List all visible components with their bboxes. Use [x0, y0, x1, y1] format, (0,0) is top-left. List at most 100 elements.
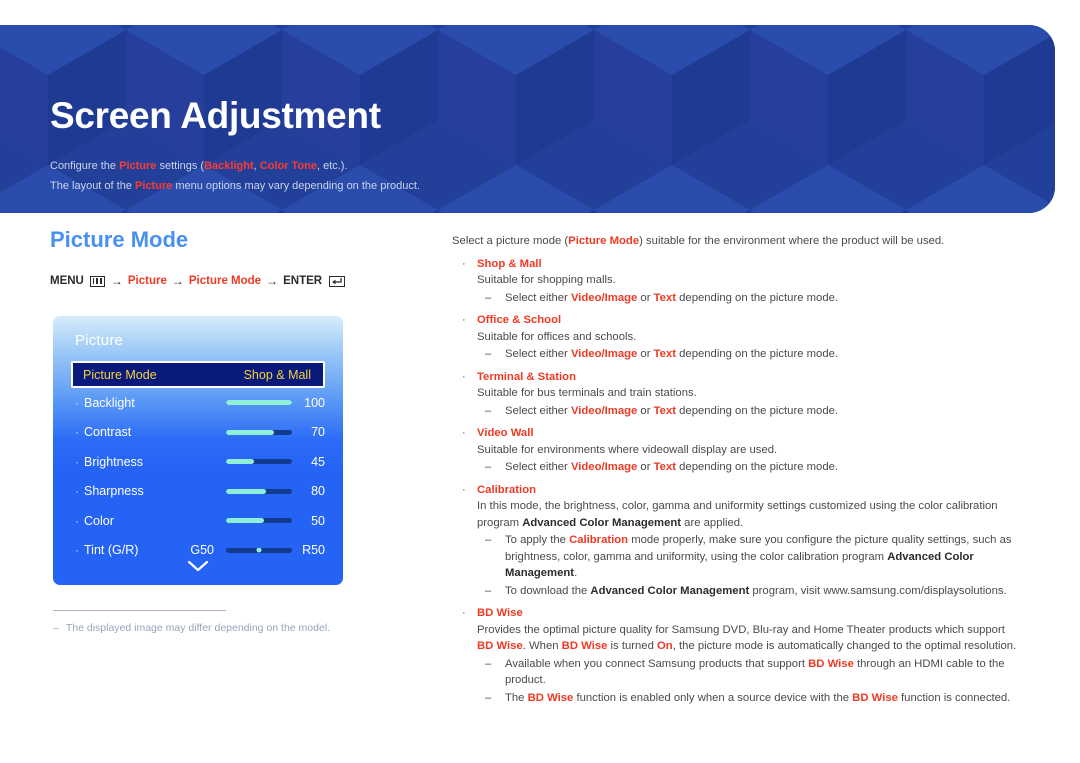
- osd-slider-contrast[interactable]: 70: [226, 425, 325, 439]
- banner-line2-pre: The layout of the: [50, 180, 135, 192]
- osd-value-contrast: 70: [311, 425, 325, 440]
- osd-row-picture-mode[interactable]: Picture Mode Shop & Mall: [71, 361, 325, 388]
- bdwise-sub1-pre: Available when you connect Samsung produ…: [505, 657, 809, 670]
- sub-note-office-and-school: – Select either Video/Image or Text depen…: [477, 346, 1022, 363]
- osd-scroll-down-area[interactable]: [53, 560, 343, 575]
- osd-slider-color[interactable]: 50: [226, 514, 325, 528]
- cal-sub1-post: .: [574, 567, 578, 579]
- osd-slider-tint[interactable]: G50 R50: [188, 543, 325, 557]
- item-desc-shop-and-mall: Suitable for shopping malls.: [477, 274, 616, 286]
- slider-track[interactable]: [226, 518, 292, 524]
- banner-line1-post: , etc.).: [316, 160, 348, 172]
- note-post: depending on the picture mode.: [676, 291, 839, 304]
- banner-line1-highlight-picture: Picture: [119, 160, 157, 172]
- sub-note-terminal-and-station: – Select either Video/Image or Text depen…: [477, 403, 1022, 420]
- bdwise-sub2-pre: The: [505, 691, 528, 704]
- bullet-icon: ·: [462, 483, 466, 496]
- osd-bullet-icon: ·: [75, 425, 79, 440]
- osd-label-brightness: Brightness: [84, 454, 144, 469]
- bdwise-sub1-highlight: BD Wise: [808, 657, 854, 670]
- note-pre: Select either: [505, 291, 571, 304]
- osd-label-picture-mode: Picture Mode: [83, 367, 157, 382]
- osd-picture-menu-screenshot: Picture Picture Mode Shop & Mall · Backl…: [53, 316, 343, 585]
- dash-icon: –: [485, 291, 492, 304]
- osd-slider-sharpness[interactable]: 80: [226, 484, 325, 498]
- note-highlight-text: Text: [653, 291, 676, 304]
- sub-note-bd-wise-2: – The BD Wise function is enabled only wh…: [477, 690, 1022, 707]
- slider-track[interactable]: [226, 400, 292, 406]
- osd-row-brightness[interactable]: · Brightness 45: [53, 447, 343, 477]
- osd-row-backlight[interactable]: · Backlight 100: [53, 388, 343, 418]
- bdwise-sub2-mid: function is enabled only when a source d…: [573, 691, 853, 704]
- note-pre: Select either: [505, 461, 571, 473]
- note-highlight-video-image: Video/Image: [570, 348, 638, 360]
- footnote-divider: [53, 610, 226, 611]
- sub-note-calibration-2: – To download the Advanced Color Manageme…: [477, 583, 1022, 600]
- bdwise-desc-red-on: On: [657, 640, 673, 652]
- bdwise-desc-mid: . When: [522, 640, 562, 652]
- footnote: – The displayed image may differ dependi…: [53, 622, 330, 634]
- item-desc-calibration: In this mode, the brightness, color, gam…: [477, 498, 1022, 531]
- footnote-text: The displayed image may differ depending…: [65, 622, 331, 634]
- slider-fill: [226, 488, 266, 494]
- right-column: Select a picture mode (Picture Mode) sui…: [452, 233, 1022, 706]
- osd-slider-brightness[interactable]: 45: [226, 455, 325, 469]
- slider-track[interactable]: [226, 547, 292, 553]
- osd-title: Picture: [75, 332, 124, 349]
- osd-bullet-icon: ·: [75, 454, 79, 469]
- osd-label-contrast: Contrast: [84, 425, 132, 440]
- dash-icon: –: [485, 584, 492, 597]
- item-title-video-wall: Video Wall: [477, 427, 534, 439]
- list-item-video-wall: · Video Wall Suitable for environments w…: [452, 425, 1022, 476]
- list-item-terminal-and-station: · Terminal & Station Suitable for bus te…: [452, 369, 1022, 420]
- list-item-bd-wise: · BD Wise Provides the optimal picture q…: [452, 605, 1022, 706]
- bdwise-sub2-highlight-2: BD Wise: [852, 691, 898, 704]
- slider-fill: [226, 518, 265, 524]
- note-highlight-video-image: Video/Image: [570, 461, 638, 473]
- menu-grid-icon: [89, 275, 105, 287]
- note-post: depending on the picture mode.: [676, 404, 839, 417]
- item-desc-office-and-school: Suitable for offices and schools.: [477, 330, 637, 343]
- osd-value-sharpness: 80: [311, 484, 325, 499]
- dash-icon: –: [485, 404, 492, 417]
- page-header-banner: Screen Adjustment Configure the Picture …: [0, 25, 1055, 213]
- bdwise-desc-pre: Provides the optimal picture quality for…: [477, 623, 1005, 636]
- osd-row-color[interactable]: · Color 50: [53, 506, 343, 536]
- menu-path-step-picture-mode[interactable]: Picture Mode: [189, 275, 261, 287]
- sub-note-bd-wise-1: – Available when you connect Samsung prod…: [477, 656, 1022, 689]
- bdwise-desc-red-1: BD Wise: [477, 640, 523, 652]
- item-title-office-and-school: Office & School: [477, 314, 562, 326]
- banner-subtitle-line-1: Configure the Picture settings (Backligh…: [50, 156, 420, 176]
- menu-path-step-picture[interactable]: Picture: [128, 275, 167, 287]
- chevron-down-icon[interactable]: [187, 560, 209, 572]
- osd-slider-backlight[interactable]: 100: [226, 396, 325, 410]
- bullet-icon: ·: [462, 257, 466, 270]
- banner-line1-mid: settings (: [156, 160, 205, 172]
- osd-value-picture-mode: Shop & Mall: [243, 367, 311, 382]
- bullet-icon: ·: [462, 607, 466, 619]
- note-highlight-text: Text: [653, 461, 676, 473]
- enter-key-icon: [329, 275, 346, 287]
- osd-row-contrast[interactable]: · Contrast 70: [53, 418, 343, 448]
- section-title: Picture Mode: [50, 227, 189, 252]
- banner-line2-post: menu options may vary depending on the p…: [172, 180, 420, 192]
- note-mid: or: [637, 404, 654, 417]
- slider-fill: [226, 400, 292, 406]
- banner-subtitle: Configure the Picture settings (Backligh…: [50, 156, 420, 196]
- slider-track[interactable]: [226, 429, 292, 435]
- osd-row-sharpness[interactable]: · Sharpness 80: [53, 477, 343, 507]
- sub-note-calibration-1: – To apply the Calibration mode properly,…: [477, 532, 1022, 582]
- slider-knob[interactable]: [256, 547, 262, 553]
- slider-track[interactable]: [226, 488, 292, 494]
- osd-label-backlight: Backlight: [84, 395, 135, 410]
- note-post: depending on the picture mode.: [676, 461, 839, 473]
- cal-sub2-post: program, visit www.samsung.com/displayso…: [749, 584, 1007, 597]
- note-pre: Select either: [505, 348, 571, 360]
- left-column: Picture Mode MENU → Picture → Picture Mo…: [50, 227, 430, 288]
- item-desc-bd-wise: Provides the optimal picture quality for…: [477, 622, 1022, 655]
- menu-path-enter-label: ENTER: [283, 275, 323, 288]
- slider-track[interactable]: [226, 459, 292, 465]
- banner-line2-highlight-picture: Picture: [135, 180, 173, 192]
- intro-paragraph: Select a picture mode (Picture Mode) sui…: [452, 233, 1022, 250]
- list-item-calibration: · Calibration In this mode, the brightne…: [452, 482, 1022, 600]
